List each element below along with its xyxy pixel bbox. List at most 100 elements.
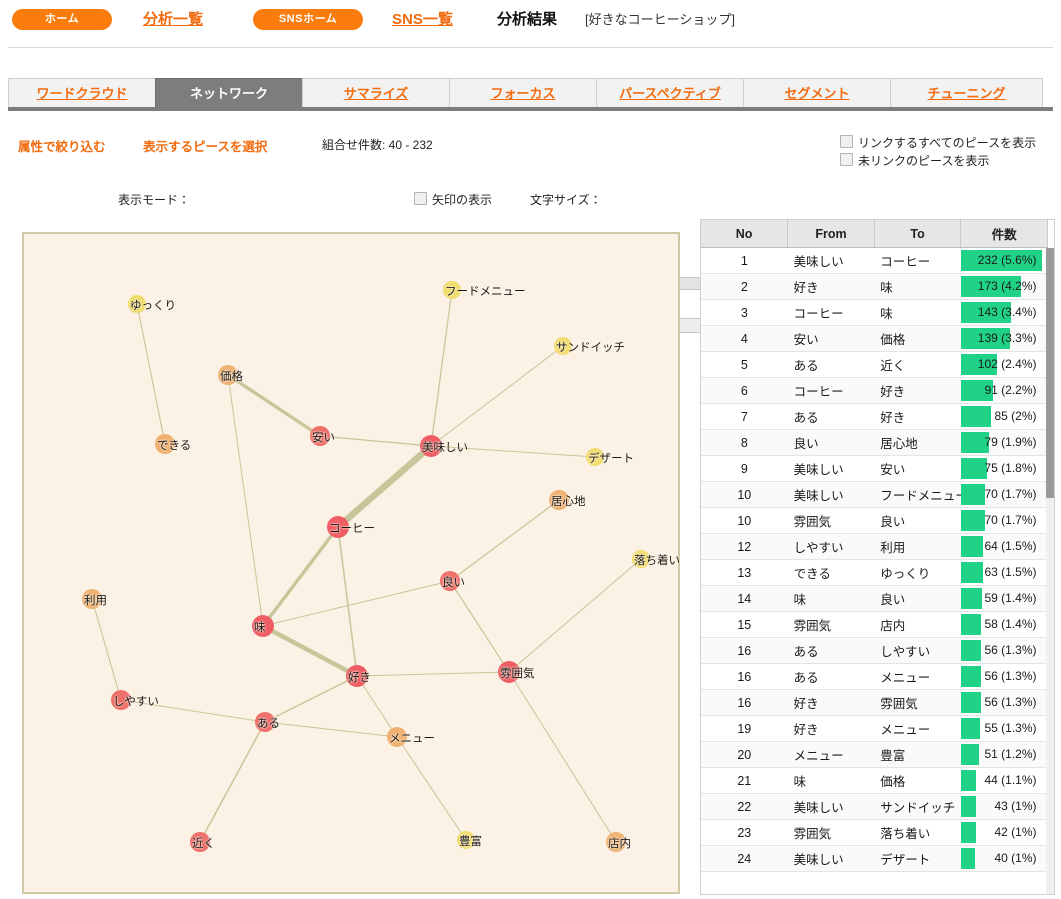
home-button[interactable]: ホーム — [12, 9, 112, 30]
dataset-name: [好きなコーヒーショップ] — [585, 9, 735, 30]
cell-no: 5 — [701, 352, 788, 378]
analysis-list-link[interactable]: 分析一覧 — [143, 9, 203, 30]
select-pieces-label[interactable]: 表示するピースを選択 — [143, 136, 267, 155]
table-row[interactable]: 20メニュー豊富51 (1.2%) — [701, 742, 1048, 768]
cell-to: 安い — [874, 456, 961, 482]
table-row[interactable]: 3コーヒー味143 (3.4%) — [701, 300, 1048, 326]
show-all-linked-checkbox[interactable] — [840, 135, 853, 148]
graph-node[interactable] — [586, 448, 604, 466]
table-row[interactable]: 22美味しいサンドイッチ43 (1%) — [701, 794, 1048, 820]
graph-edge — [450, 500, 559, 581]
cell-from: 美味しい — [788, 846, 875, 872]
count-label: 40 (1%) — [967, 846, 1042, 871]
table-row[interactable]: 16あるしやすい56 (1.3%) — [701, 638, 1048, 664]
graph-node[interactable] — [420, 435, 442, 457]
tab-4[interactable]: パースペクティブ — [596, 78, 744, 107]
cell-to: メニュー — [874, 664, 961, 690]
table-row[interactable]: 8良い居心地79 (1.9%) — [701, 430, 1048, 456]
sns-home-button[interactable]: SNSホーム — [253, 9, 363, 30]
table-row[interactable]: 19好きメニュー55 (1.3%) — [701, 716, 1048, 742]
tab-label: ネットワーク — [190, 86, 268, 101]
cell-to: 居心地 — [874, 430, 961, 456]
table-row[interactable]: 15雰囲気店内58 (1.4%) — [701, 612, 1048, 638]
table-row[interactable]: 14味良い59 (1.4%) — [701, 586, 1048, 612]
table-row[interactable]: 10美味しいフードメニュー70 (1.7%) — [701, 482, 1048, 508]
table-row[interactable]: 13できるゆっくり63 (1.5%) — [701, 560, 1048, 586]
table-scrollbar-thumb[interactable] — [1046, 248, 1054, 498]
table-row[interactable]: 1美味しいコーヒー232 (5.6%) — [701, 248, 1048, 274]
graph-node[interactable] — [111, 690, 131, 710]
count-label: 42 (1%) — [967, 820, 1042, 845]
count-label: 70 (1.7%) — [967, 482, 1042, 507]
filter-by-attribute-label[interactable]: 属性で絞り込む — [18, 136, 106, 155]
cell-no: 20 — [701, 742, 788, 768]
table-row[interactable]: 6コーヒー好き91 (2.2%) — [701, 378, 1048, 404]
graph-node[interactable] — [255, 712, 275, 732]
table-row[interactable]: 7ある好き85 (2%) — [701, 404, 1048, 430]
table-row[interactable]: 9美味しい安い75 (1.8%) — [701, 456, 1048, 482]
show-unlinked-checkbox[interactable] — [840, 153, 853, 166]
relations-table-container[interactable]: NoFromTo件数 1美味しいコーヒー232 (5.6%)2好き味173 (4… — [700, 219, 1055, 895]
graph-edge — [450, 581, 509, 672]
cell-no: 23 — [701, 820, 788, 846]
table-row[interactable]: 5ある近く102 (2.4%) — [701, 352, 1048, 378]
table-row[interactable]: 2好き味173 (4.2%) — [701, 274, 1048, 300]
show-arrows-checkbox[interactable] — [414, 192, 427, 205]
table-row[interactable]: 21味価格44 (1.1%) — [701, 768, 1048, 794]
table-row[interactable]: 10雰囲気良い70 (1.7%) — [701, 508, 1048, 534]
graph-node[interactable] — [387, 727, 407, 747]
cell-count: 42 (1%) — [961, 820, 1048, 846]
graph-node[interactable] — [310, 426, 330, 446]
graph-node[interactable] — [155, 434, 175, 454]
table-row[interactable]: 4安い価格139 (3.3%) — [701, 326, 1048, 352]
table-header-no[interactable]: No — [701, 220, 788, 248]
graph-node[interactable] — [252, 615, 274, 637]
graph-node[interactable] — [190, 832, 210, 852]
graph-node[interactable] — [554, 337, 572, 355]
count-label: 56 (1.3%) — [967, 664, 1042, 689]
sns-list-link[interactable]: SNS一覧 — [392, 9, 453, 30]
tab-5[interactable]: セグメント — [743, 78, 891, 107]
show-arrows-checkbox-row[interactable]: 矢印の表示 — [414, 191, 492, 208]
cell-from: コーヒー — [788, 378, 875, 404]
count-label: 44 (1.1%) — [967, 768, 1042, 793]
graph-node[interactable] — [606, 832, 626, 852]
graph-node[interactable] — [346, 665, 368, 687]
cell-no: 12 — [701, 534, 788, 560]
table-row[interactable]: 12しやすい利用64 (1.5%) — [701, 534, 1048, 560]
graph-node[interactable] — [632, 550, 650, 568]
cell-count: 55 (1.3%) — [961, 716, 1048, 742]
count-label: 63 (1.5%) — [967, 560, 1042, 585]
tab-2[interactable]: サマライズ — [302, 78, 450, 107]
graph-node[interactable] — [549, 490, 569, 510]
tab-6[interactable]: チューニング — [890, 78, 1043, 107]
graph-node[interactable] — [128, 295, 146, 313]
show-all-linked-checkbox-row[interactable]: リンクするすべてのピースを表示 — [840, 134, 1036, 151]
tab-bar: ワードクラウド ネットワーク サマライズ フォーカス パースペクティブセグメントチューニ… — [8, 78, 1053, 108]
graph-node[interactable] — [327, 516, 349, 538]
cell-to: しやすい — [874, 638, 961, 664]
tab-label: フォーカス — [490, 86, 555, 101]
graph-node[interactable] — [82, 589, 102, 609]
table-header-count[interactable]: 件数 — [961, 220, 1048, 248]
table-row[interactable]: 23雰囲気落ち着い42 (1%) — [701, 820, 1048, 846]
graph-node[interactable] — [443, 281, 461, 299]
count-label: 58 (1.4%) — [967, 612, 1042, 637]
network-graph-canvas[interactable]: ゆっくりフードメニューサンドイッチ価格できる安い美味しいデザート居心地コーヒー落… — [22, 232, 680, 894]
table-row[interactable]: 16好き雰囲気56 (1.3%) — [701, 690, 1048, 716]
graph-node[interactable] — [457, 831, 475, 849]
app-page: ホーム 分析一覧 SNSホーム SNS一覧 分析結果 [好きなコーヒーショップ]… — [0, 0, 1061, 899]
tab-3[interactable]: フォーカス — [449, 78, 597, 107]
display-mode-label: 表示モード： — [118, 191, 190, 208]
show-unlinked-checkbox-row[interactable]: 未リンクのピースを表示 — [840, 152, 989, 169]
tab-1[interactable]: ネットワーク — [155, 78, 303, 107]
graph-edge — [509, 672, 616, 842]
graph-node[interactable] — [440, 571, 460, 591]
table-row[interactable]: 16あるメニュー56 (1.3%) — [701, 664, 1048, 690]
tab-0[interactable]: ワードクラウド — [8, 78, 156, 107]
table-header-to[interactable]: To — [874, 220, 961, 248]
graph-node[interactable] — [498, 661, 520, 683]
table-row[interactable]: 24美味しいデザート40 (1%) — [701, 846, 1048, 872]
graph-node[interactable] — [218, 365, 238, 385]
table-header-from[interactable]: From — [788, 220, 875, 248]
